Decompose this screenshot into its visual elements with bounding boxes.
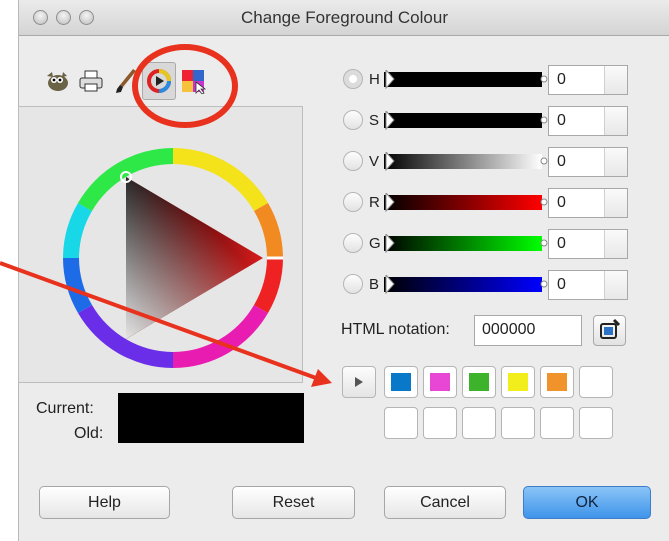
spin-r[interactable]: 0: [548, 188, 628, 218]
tab-triangle-wheel-selector[interactable]: [142, 62, 176, 100]
slider-h[interactable]: [378, 70, 548, 89]
radio-g[interactable]: [343, 233, 363, 253]
history-swatch[interactable]: [384, 407, 418, 439]
tab-watercolor-selector[interactable]: [108, 62, 142, 100]
history-swatch-color: [469, 373, 489, 391]
history-swatch[interactable]: [579, 366, 613, 398]
slider-r[interactable]: [378, 193, 548, 212]
current-label: Current:: [36, 400, 94, 417]
color-wheel-icon: [147, 69, 171, 93]
history-swatch-color: [547, 373, 567, 391]
html-notation-label: HTML notation:: [341, 321, 450, 338]
help-button[interactable]: Help: [39, 486, 170, 519]
value-h: 0: [557, 71, 566, 88]
spin-g[interactable]: 0: [548, 229, 628, 259]
play-arrow-icon: [355, 377, 363, 387]
spin-g-arrows[interactable]: [604, 230, 627, 258]
history-swatch-color: [430, 373, 450, 391]
hsv-triangle-wheel[interactable]: [52, 147, 295, 369]
value-g: 0: [557, 235, 566, 252]
history-swatch[interactable]: [384, 366, 418, 398]
history-swatch-color: [508, 373, 528, 391]
spin-b[interactable]: 0: [548, 270, 628, 300]
history-swatch[interactable]: [501, 407, 535, 439]
spin-h-arrows[interactable]: [604, 66, 627, 94]
value-r: 0: [557, 194, 566, 211]
radio-s[interactable]: [343, 110, 363, 130]
history-swatch-color: [391, 373, 411, 391]
history-swatch[interactable]: [423, 366, 457, 398]
history-swatch[interactable]: [540, 366, 574, 398]
html-notation-input[interactable]: 000000: [474, 315, 582, 346]
history-swatch[interactable]: [423, 407, 457, 439]
history-swatch[interactable]: [540, 407, 574, 439]
history-swatch[interactable]: [462, 407, 496, 439]
value-b: 0: [557, 276, 566, 293]
slider-g[interactable]: [378, 234, 548, 253]
spin-s-arrows[interactable]: [604, 107, 627, 135]
palette-grid-icon: [182, 70, 206, 94]
history-swatch[interactable]: [501, 366, 535, 398]
spin-h[interactable]: 0: [548, 65, 628, 95]
spin-v[interactable]: 0: [548, 147, 628, 177]
value-s: 0: [557, 112, 566, 129]
radio-b[interactable]: [343, 274, 363, 294]
radio-r[interactable]: [343, 192, 363, 212]
printer-icon: [79, 70, 103, 92]
slider-s[interactable]: [378, 111, 548, 130]
cancel-button[interactable]: Cancel: [384, 486, 506, 519]
slider-v[interactable]: [378, 152, 548, 171]
eyedropper-icon: [600, 318, 621, 339]
paintbrush-icon: [116, 69, 136, 93]
tab-palette-selector[interactable]: [176, 62, 210, 100]
value-v: 0: [557, 153, 566, 170]
slider-b[interactable]: [378, 275, 548, 294]
tab-cmyk-selector[interactable]: [74, 62, 108, 100]
tab-gimp-selector[interactable]: [40, 62, 74, 100]
reset-button[interactable]: Reset: [232, 486, 355, 519]
selector-tabs: [20, 62, 295, 102]
history-swatch[interactable]: [462, 366, 496, 398]
history-add-button[interactable]: [342, 366, 376, 398]
ok-button[interactable]: OK: [523, 486, 651, 519]
radio-h[interactable]: [343, 69, 363, 89]
color-picker-button[interactable]: [593, 315, 626, 346]
current-old-swatch: [118, 393, 304, 443]
titlebar: Change Foreground Colour: [19, 0, 669, 36]
spin-b-arrows[interactable]: [604, 271, 627, 299]
spin-v-arrows[interactable]: [604, 148, 627, 176]
window-title: Change Foreground Colour: [241, 8, 448, 27]
radio-v[interactable]: [343, 151, 363, 171]
old-label: Old:: [74, 425, 104, 442]
spin-r-arrows[interactable]: [604, 189, 627, 217]
history-swatch[interactable]: [579, 407, 613, 439]
spin-s[interactable]: 0: [548, 106, 628, 136]
wilber-icon: [47, 72, 68, 91]
